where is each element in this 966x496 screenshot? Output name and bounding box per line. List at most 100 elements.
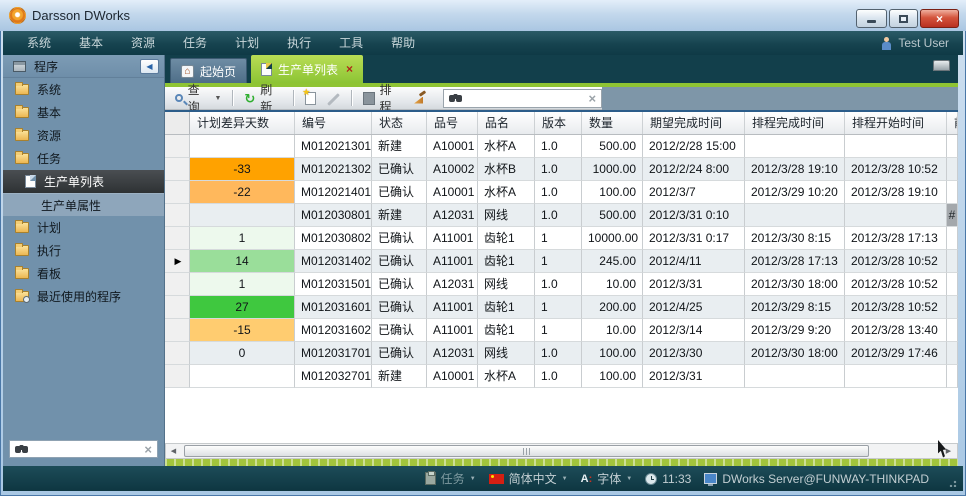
menu-item-计划[interactable]: 计划 (221, 36, 273, 50)
toolbar-search-input[interactable] (460, 90, 583, 106)
cell-status[interactable]: 新建 (372, 135, 427, 158)
cell-extra[interactable] (947, 365, 958, 388)
cell-sched_start[interactable]: 2012/3/28 19:10 (845, 181, 947, 204)
cell-expect[interactable]: 2012/4/25 (643, 296, 745, 319)
cell-expect[interactable]: 2012/2/28 15:00 (643, 135, 745, 158)
cell-sched_start[interactable]: 2012/3/28 10:52 (845, 158, 947, 181)
cell-code[interactable]: M012030802 (295, 227, 372, 250)
status-language-menu[interactable]: 简体中文 ▼ (489, 470, 568, 487)
table-row[interactable]: 0M012031701已确认A12031网线1.0100.002012/3/30… (165, 342, 958, 365)
cell-item_no[interactable]: A12031 (427, 342, 478, 365)
cell-status[interactable]: 已确认 (372, 319, 427, 342)
table-row[interactable]: 27M012031601已确认A11001齿轮11200.002012/4/25… (165, 296, 958, 319)
cell-diff[interactable]: 1 (190, 273, 295, 296)
cell-diff[interactable] (190, 365, 295, 388)
cell-sched_start[interactable]: 2012/3/28 10:52 (845, 273, 947, 296)
table-row[interactable]: M012021301新建A10001水杯A1.0500.002012/2/28 … (165, 135, 958, 158)
cell-qty[interactable]: 10000.00 (582, 227, 643, 250)
cell-code[interactable]: M012032701 (295, 365, 372, 388)
cell-sched_end[interactable]: 2012/3/28 17:13 (745, 250, 845, 273)
cell-qty[interactable]: 500.00 (582, 204, 643, 227)
cell-qty[interactable]: 100.00 (582, 181, 643, 204)
cell-extra[interactable] (947, 158, 958, 181)
cell-status[interactable]: 已确认 (372, 181, 427, 204)
table-row[interactable]: -22M012021401已确认A10001水杯A1.0100.002012/3… (165, 181, 958, 204)
sidebar-item-最近使用的程序[interactable]: 最近使用的程序 (3, 285, 164, 308)
cell-sched_end[interactable] (745, 204, 845, 227)
sidebar-item-系统[interactable]: 系统 (3, 78, 164, 101)
row-selector-cell[interactable] (165, 273, 190, 296)
cell-sched_start[interactable]: 2012/3/28 13:40 (845, 319, 947, 342)
tab-home[interactable]: ⌂ 起始页 (170, 58, 247, 83)
cell-status[interactable]: 已确认 (372, 227, 427, 250)
cell-sched_end[interactable] (745, 135, 845, 158)
cell-qty[interactable]: 10.00 (582, 273, 643, 296)
cell-extra[interactable]: # (947, 204, 958, 227)
cell-extra[interactable] (947, 135, 958, 158)
table-row[interactable]: M012030801新建A12031网线1.0500.002012/3/31 0… (165, 204, 958, 227)
cell-extra[interactable] (947, 319, 958, 342)
scrollbar-thumb[interactable] (184, 445, 869, 457)
sidebar-item-任务[interactable]: 任务 (3, 147, 164, 170)
table-row[interactable]: ▶14M012031402已确认A11001齿轮11245.002012/4/1… (165, 250, 958, 273)
column-header-code[interactable]: 编号 (295, 112, 372, 134)
cell-item_no[interactable]: A10001 (427, 181, 478, 204)
cell-code[interactable]: M012031601 (295, 296, 372, 319)
cell-sched_end[interactable]: 2012/3/28 19:10 (745, 158, 845, 181)
cell-item_no[interactable]: A11001 (427, 250, 478, 273)
cell-qty[interactable]: 200.00 (582, 296, 643, 319)
scroll-left-icon[interactable]: ◀ (166, 444, 181, 458)
sidebar-collapse-button[interactable]: ◀ (140, 59, 159, 74)
cell-extra[interactable] (947, 273, 958, 296)
cell-status[interactable]: 已确认 (372, 296, 427, 319)
cell-expect[interactable]: 2012/3/31 (643, 365, 745, 388)
cell-version[interactable]: 1 (535, 250, 582, 273)
cell-item_no[interactable]: A12031 (427, 204, 478, 227)
cell-item_no[interactable]: A11001 (427, 319, 478, 342)
cell-sched_end[interactable]: 2012/3/29 8:15 (745, 296, 845, 319)
cell-extra[interactable] (947, 227, 958, 250)
cell-diff[interactable]: 27 (190, 296, 295, 319)
maximize-button[interactable] (889, 9, 918, 28)
cell-code[interactable]: M012030801 (295, 204, 372, 227)
sidebar-search-clear-icon[interactable]: × (144, 443, 152, 456)
column-header-extra[interactable]: 前 (947, 112, 958, 134)
cell-version[interactable]: 1 (535, 227, 582, 250)
menu-item-帮助[interactable]: 帮助 (377, 36, 429, 50)
menu-item-工具[interactable]: 工具 (325, 36, 377, 50)
row-selector-cell[interactable] (165, 227, 190, 250)
row-selector-cell[interactable] (165, 135, 190, 158)
row-selector-cell[interactable] (165, 342, 190, 365)
cell-sched_start[interactable]: 2012/3/28 17:13 (845, 227, 947, 250)
table-row[interactable]: M012032701新建A10001水杯A1.0100.002012/3/31 (165, 365, 958, 388)
clear-schedule-button[interactable] (410, 92, 430, 105)
cell-status[interactable]: 已确认 (372, 158, 427, 181)
resize-grip[interactable] (949, 478, 958, 487)
cell-sched_start[interactable]: 2012/3/28 10:52 (845, 296, 947, 319)
cell-code[interactable]: M012031402 (295, 250, 372, 273)
status-task-menu[interactable]: 任务 ▼ (425, 470, 476, 487)
cell-code[interactable]: M012031501 (295, 273, 372, 296)
cell-version[interactable]: 1.0 (535, 204, 582, 227)
edit-button[interactable] (324, 92, 343, 105)
table-row[interactable]: 1M012031501已确认A12031网线1.010.002012/3/312… (165, 273, 958, 296)
row-selector-cell[interactable] (165, 204, 190, 227)
cell-item_name[interactable]: 水杯A (478, 365, 535, 388)
cell-item_name[interactable]: 齿轮1 (478, 250, 535, 273)
cell-expect[interactable]: 2012/2/24 8:00 (643, 158, 745, 181)
cell-expect[interactable]: 2012/3/31 0:10 (643, 204, 745, 227)
cell-item_no[interactable]: A10001 (427, 135, 478, 158)
table-row[interactable]: -15M012031602已确认A11001齿轮1110.002012/3/14… (165, 319, 958, 342)
cell-code[interactable]: M012031701 (295, 342, 372, 365)
cell-code[interactable]: M012031602 (295, 319, 372, 342)
cell-item_no[interactable]: A10002 (427, 158, 478, 181)
cell-extra[interactable] (947, 250, 958, 273)
cell-qty[interactable]: 245.00 (582, 250, 643, 273)
cell-item_name[interactable]: 水杯A (478, 135, 535, 158)
column-header-version[interactable]: 版本 (535, 112, 582, 134)
cell-item_name[interactable]: 齿轮1 (478, 296, 535, 319)
sidebar-item-执行[interactable]: 执行 (3, 239, 164, 262)
cell-version[interactable]: 1.0 (535, 135, 582, 158)
cell-diff[interactable]: -33 (190, 158, 295, 181)
cell-expect[interactable]: 2012/3/7 (643, 181, 745, 204)
